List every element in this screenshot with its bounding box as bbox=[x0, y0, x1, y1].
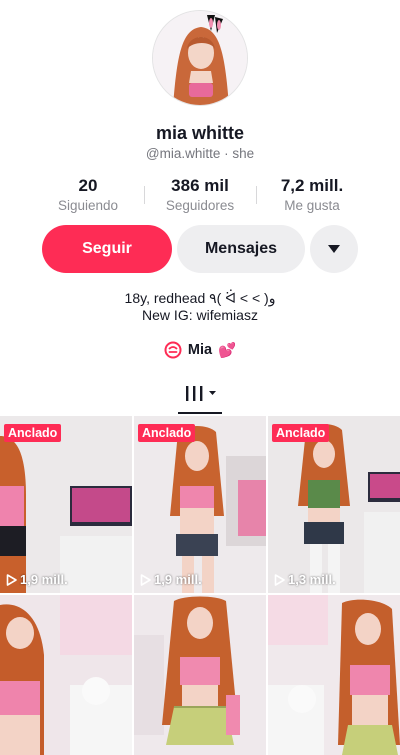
video-thumbnail-image bbox=[0, 595, 132, 755]
group-chat-icon bbox=[164, 341, 182, 359]
video-thumbnail-image bbox=[134, 416, 266, 593]
caret-down-icon bbox=[328, 245, 340, 253]
bio-line-2: New IG: wifemiasz bbox=[142, 307, 258, 323]
play-icon bbox=[274, 573, 285, 586]
view-count: 1,9 mill. bbox=[6, 572, 68, 587]
profile-avatar[interactable] bbox=[152, 10, 248, 106]
profile-stats: 20 Siguiendo 386 mil Seguidores 7,2 mill… bbox=[0, 176, 400, 216]
video-thumbnail[interactable]: Anclado 1,9 mill. bbox=[0, 416, 132, 593]
avatar-image bbox=[153, 11, 247, 105]
group-chat-emoji: 💕 bbox=[218, 342, 237, 359]
play-icon bbox=[6, 573, 17, 586]
pinned-badge: Anclado bbox=[138, 424, 196, 442]
stat-following-value: 20 bbox=[78, 176, 98, 195]
group-chat-link[interactable]: Mia 💕 bbox=[0, 340, 400, 360]
stat-followers-value: 386 mil bbox=[171, 176, 229, 195]
stat-followers[interactable]: 386 mil Seguidores bbox=[145, 176, 255, 215]
pinned-badge: Anclado bbox=[272, 424, 330, 442]
videos-grid-icon bbox=[186, 386, 216, 401]
follow-button[interactable]: Seguir bbox=[42, 225, 172, 273]
view-count-text: 1,3 mill. bbox=[288, 572, 336, 587]
group-chat-label: Mia bbox=[187, 342, 213, 358]
video-thumbnail-image bbox=[268, 416, 400, 593]
video-thumbnail-image bbox=[134, 595, 266, 755]
message-button[interactable]: Mensajes bbox=[177, 225, 305, 273]
tab-videos[interactable] bbox=[184, 384, 218, 409]
stat-following[interactable]: 20 Siguiendo bbox=[33, 176, 143, 215]
video-thumbnail[interactable] bbox=[134, 595, 266, 755]
profile-name: mia whitte bbox=[155, 123, 244, 143]
stat-following-label: Siguiendo bbox=[57, 198, 119, 213]
tab-active-indicator bbox=[178, 412, 222, 414]
more-options-button[interactable] bbox=[310, 225, 358, 273]
video-thumbnail[interactable]: Anclado 1,3 mill. bbox=[268, 416, 400, 593]
video-thumbnail[interactable]: Anclado 1,9 mill. bbox=[134, 416, 266, 593]
pinned-badge: Anclado bbox=[4, 424, 62, 442]
video-thumbnail-image bbox=[0, 416, 132, 593]
stat-followers-label: Seguidores bbox=[165, 198, 235, 213]
view-count: 1,3 mill. bbox=[274, 572, 336, 587]
profile-handle: @mia.whitte · she bbox=[145, 146, 255, 161]
stat-likes-value: 7,2 mill. bbox=[280, 176, 344, 195]
video-thumbnail[interactable] bbox=[0, 595, 132, 755]
profile-tabs bbox=[0, 378, 400, 414]
video-grid: Anclado 1,9 mill. Anclado 1,9 mill. Ancl… bbox=[0, 416, 400, 755]
stat-likes[interactable]: 7,2 mill. Me gusta bbox=[257, 176, 367, 215]
view-count-text: 1,9 mill. bbox=[154, 572, 202, 587]
video-thumbnail-image bbox=[268, 595, 400, 755]
stat-likes-label: Me gusta bbox=[284, 198, 340, 213]
video-thumbnail[interactable] bbox=[268, 595, 400, 755]
view-count: 1,9 mill. bbox=[140, 572, 202, 587]
view-count-text: 1,9 mill. bbox=[20, 572, 68, 587]
play-icon bbox=[140, 573, 151, 586]
